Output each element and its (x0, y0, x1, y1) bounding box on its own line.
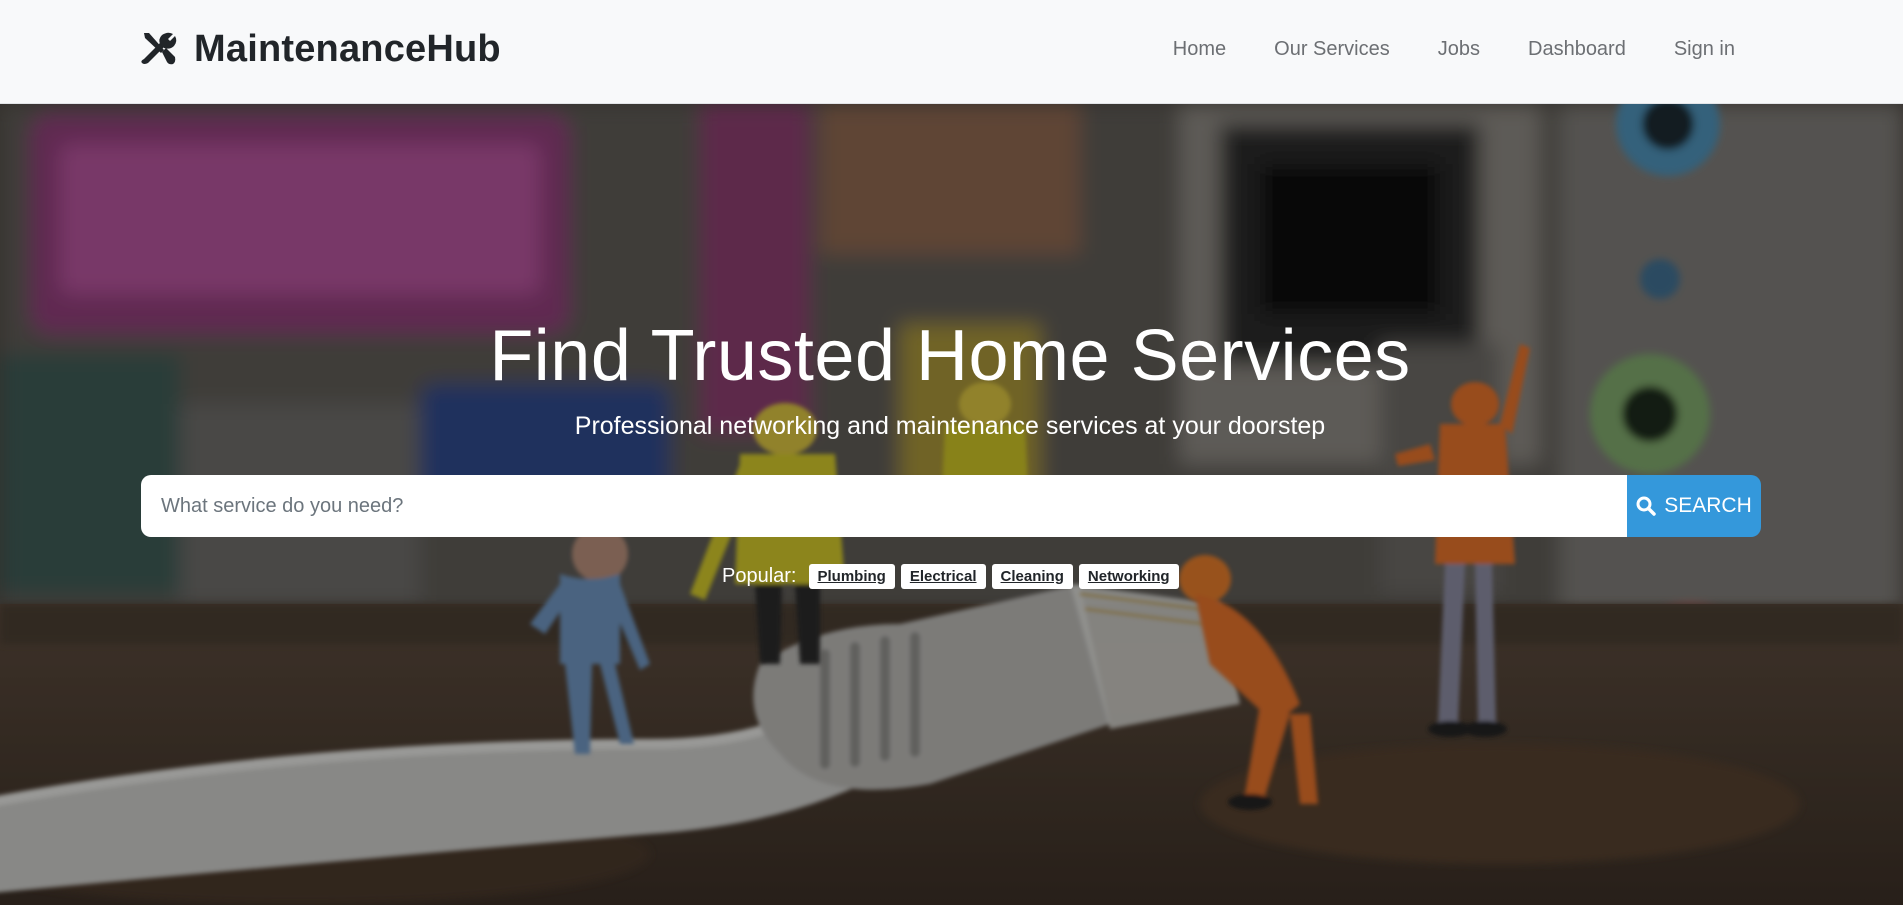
tag-plumbing[interactable]: Plumbing (808, 563, 895, 589)
nav-dashboard[interactable]: Dashboard (1528, 38, 1626, 61)
nav-home[interactable]: Home (1173, 38, 1226, 61)
search-input[interactable] (141, 475, 1627, 537)
brand-link[interactable]: MaintenanceHub (138, 24, 501, 74)
tag-networking[interactable]: Networking (1078, 563, 1179, 589)
tools-icon (138, 29, 178, 69)
tag-electrical[interactable]: Electrical (900, 563, 986, 589)
search-button[interactable]: SEARCH (1627, 475, 1761, 537)
main-nav: Home Our Services Jobs Dashboard Sign in (1173, 0, 1735, 98)
navbar: MaintenanceHub Home Our Services Jobs Da… (0, 0, 1903, 104)
brand-name: MaintenanceHub (194, 27, 501, 70)
search-button-label: SEARCH (1664, 494, 1752, 517)
tag-cleaning[interactable]: Cleaning (991, 563, 1073, 589)
popular-label: Popular: (722, 564, 797, 587)
hero-title: Find Trusted Home Services (489, 316, 1411, 396)
nav-our-services[interactable]: Our Services (1274, 38, 1390, 61)
nav-sign-in[interactable]: Sign in (1674, 38, 1735, 61)
hero-subtitle: Professional networking and maintenance … (574, 412, 1326, 440)
hero-content: Find Trusted Home Services Professional … (0, 104, 1903, 905)
search-form: SEARCH (141, 475, 1761, 537)
popular-searches: Popular: Plumbing Electrical Cleaning Ne… (722, 562, 1179, 590)
hero-section: Find Trusted Home Services Professional … (0, 104, 1903, 905)
nav-jobs[interactable]: Jobs (1438, 38, 1480, 61)
search-icon (1636, 496, 1656, 516)
